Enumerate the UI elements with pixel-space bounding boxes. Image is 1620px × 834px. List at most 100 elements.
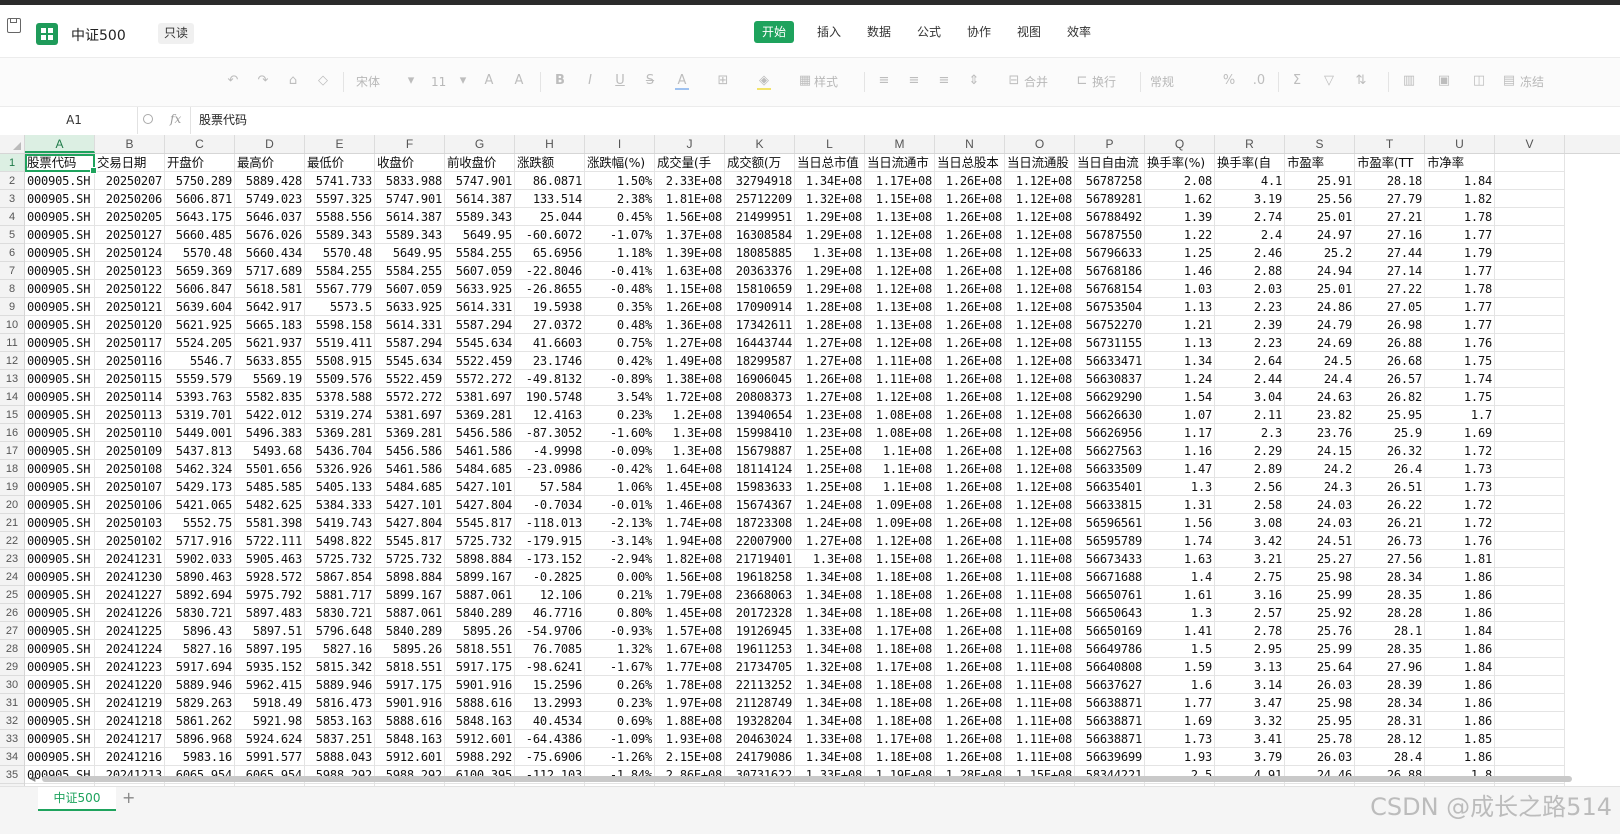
data-cell[interactable]: 20241219 bbox=[95, 694, 165, 712]
row-header[interactable]: 28 bbox=[0, 640, 24, 658]
data-cell[interactable]: 5830.721 bbox=[305, 604, 375, 622]
header-cell[interactable]: 当日自由流 bbox=[1075, 154, 1145, 172]
data-cell[interactable]: 24.5 bbox=[1285, 352, 1355, 370]
data-cell[interactable] bbox=[1495, 604, 1565, 622]
data-cell[interactable]: 25.76 bbox=[1285, 622, 1355, 640]
data-cell[interactable]: 20250103 bbox=[95, 514, 165, 532]
data-cell[interactable]: 1.12E+08 bbox=[1005, 334, 1075, 352]
data-cell[interactable]: 27.0372 bbox=[515, 316, 585, 334]
data-cell[interactable]: 1.77E+08 bbox=[655, 658, 725, 676]
data-cell[interactable]: 1.3 bbox=[1145, 478, 1215, 496]
data-cell[interactable]: 20250207 bbox=[95, 172, 165, 190]
data-cell[interactable]: 1.12E+08 bbox=[1005, 316, 1075, 334]
data-cell[interactable]: 1.26E+08 bbox=[935, 622, 1005, 640]
column-header[interactable]: A bbox=[25, 135, 95, 153]
undo-icon[interactable]: ↶ bbox=[226, 74, 240, 88]
data-cell[interactable]: 25.92 bbox=[1285, 604, 1355, 622]
data-cell[interactable]: 1.72 bbox=[1425, 514, 1495, 532]
data-cell[interactable]: 1.12E+08 bbox=[1005, 190, 1075, 208]
data-cell[interactable]: 5749.023 bbox=[235, 190, 305, 208]
data-cell[interactable]: 5546.7 bbox=[165, 352, 235, 370]
data-cell[interactable]: 20250113 bbox=[95, 406, 165, 424]
font-size-select[interactable]: 11 bbox=[431, 72, 446, 92]
data-cell[interactable]: 000905.SH bbox=[25, 496, 95, 514]
data-cell[interactable]: 1.26E+08 bbox=[655, 298, 725, 316]
data-cell[interactable]: 1.13E+08 bbox=[865, 244, 935, 262]
data-cell[interactable]: 000905.SH bbox=[25, 568, 95, 586]
data-cell[interactable]: 2.11 bbox=[1215, 406, 1285, 424]
data-cell[interactable]: 0.21% bbox=[585, 586, 655, 604]
data-cell[interactable]: 20241217 bbox=[95, 730, 165, 748]
data-cell[interactable]: 1.12E+08 bbox=[1005, 424, 1075, 442]
data-cell[interactable]: -26.8655 bbox=[515, 280, 585, 298]
data-cell[interactable]: 3.19 bbox=[1215, 190, 1285, 208]
data-cell[interactable]: 190.5748 bbox=[515, 388, 585, 406]
data-cell[interactable]: 5589.343 bbox=[445, 208, 515, 226]
data-cell[interactable]: 5422.012 bbox=[235, 406, 305, 424]
data-cell[interactable]: 5725.732 bbox=[375, 550, 445, 568]
column-header[interactable]: T bbox=[1355, 135, 1425, 153]
data-cell[interactable]: 2.29 bbox=[1215, 442, 1285, 460]
data-cell[interactable]: 5889.946 bbox=[305, 676, 375, 694]
row-header[interactable]: 13 bbox=[0, 370, 24, 388]
sum-icon[interactable]: Σ bbox=[1290, 74, 1304, 88]
data-cell[interactable]: 000905.SH bbox=[25, 388, 95, 406]
data-cell[interactable]: 5896.968 bbox=[165, 730, 235, 748]
data-cell[interactable]: 21734705 bbox=[725, 658, 795, 676]
data-cell[interactable]: 5747.901 bbox=[445, 172, 515, 190]
data-cell[interactable]: 24.97 bbox=[1285, 226, 1355, 244]
data-cell[interactable]: 5597.325 bbox=[305, 190, 375, 208]
data-cell[interactable]: -1.26% bbox=[585, 748, 655, 766]
data-cell[interactable]: -1.60% bbox=[585, 424, 655, 442]
header-cell[interactable]: 成交量(手 bbox=[655, 154, 725, 172]
data-cell[interactable]: 000905.SH bbox=[25, 676, 95, 694]
data-cell[interactable]: 1.11E+08 bbox=[1005, 658, 1075, 676]
data-cell[interactable]: 1.3 bbox=[1145, 604, 1215, 622]
header-cell[interactable]: 市盈率 bbox=[1285, 154, 1355, 172]
data-cell[interactable]: 56627563 bbox=[1075, 442, 1145, 460]
data-cell[interactable]: 22113252 bbox=[725, 676, 795, 694]
data-cell[interactable]: 1.34 bbox=[1145, 352, 1215, 370]
data-cell[interactable]: 1.13E+08 bbox=[865, 208, 935, 226]
data-cell[interactable]: 56596561 bbox=[1075, 514, 1145, 532]
data-cell[interactable]: 24.63 bbox=[1285, 388, 1355, 406]
data-cell[interactable]: 5918.49 bbox=[235, 694, 305, 712]
data-cell[interactable]: 5436.704 bbox=[305, 442, 375, 460]
data-cell[interactable]: 5816.473 bbox=[305, 694, 375, 712]
data-cell[interactable]: 20250124 bbox=[95, 244, 165, 262]
data-cell[interactable]: 1.26E+08 bbox=[935, 568, 1005, 586]
data-cell[interactable]: 5887.061 bbox=[445, 586, 515, 604]
data-cell[interactable]: 1.26E+08 bbox=[935, 640, 1005, 658]
data-cell[interactable] bbox=[1495, 244, 1565, 262]
data-cell[interactable]: 5633.925 bbox=[445, 280, 515, 298]
row-header[interactable]: 35 bbox=[0, 766, 24, 784]
data-cell[interactable]: 20250102 bbox=[95, 532, 165, 550]
header-cell[interactable]: 当日流通股 bbox=[1005, 154, 1075, 172]
data-cell[interactable]: 2.58 bbox=[1215, 496, 1285, 514]
data-cell[interactable]: 1.24E+08 bbox=[795, 496, 865, 514]
data-cell[interactable]: 1.38E+08 bbox=[655, 370, 725, 388]
data-cell[interactable]: 1.34E+08 bbox=[795, 172, 865, 190]
data-cell[interactable]: 1.11E+08 bbox=[1005, 604, 1075, 622]
data-cell[interactable] bbox=[1495, 676, 1565, 694]
data-cell[interactable]: 1.12E+08 bbox=[1005, 406, 1075, 424]
data-cell[interactable]: 1.34E+08 bbox=[795, 712, 865, 730]
data-cell[interactable]: 1.15E+08 bbox=[865, 190, 935, 208]
row-header[interactable]: 11 bbox=[0, 334, 24, 352]
data-cell[interactable] bbox=[1495, 208, 1565, 226]
data-cell[interactable]: 1.75 bbox=[1425, 352, 1495, 370]
row-header[interactable]: 25 bbox=[0, 586, 24, 604]
chart-icon[interactable]: ▥ bbox=[1402, 74, 1416, 88]
row-header[interactable]: 15 bbox=[0, 406, 24, 424]
data-cell[interactable]: 20241226 bbox=[95, 604, 165, 622]
data-cell[interactable]: 1.18E+08 bbox=[865, 586, 935, 604]
data-cell[interactable]: 1.82E+08 bbox=[655, 550, 725, 568]
percent-icon[interactable]: % bbox=[1222, 74, 1236, 88]
data-cell[interactable]: 2.39 bbox=[1215, 316, 1285, 334]
sort-icon[interactable]: ⇅ bbox=[1354, 74, 1368, 88]
data-cell[interactable]: 1.36E+08 bbox=[655, 316, 725, 334]
data-cell[interactable] bbox=[1495, 658, 1565, 676]
data-cell[interactable]: 000905.SH bbox=[25, 370, 95, 388]
data-cell[interactable]: -0.7034 bbox=[515, 496, 585, 514]
data-cell[interactable]: 5912.601 bbox=[375, 748, 445, 766]
